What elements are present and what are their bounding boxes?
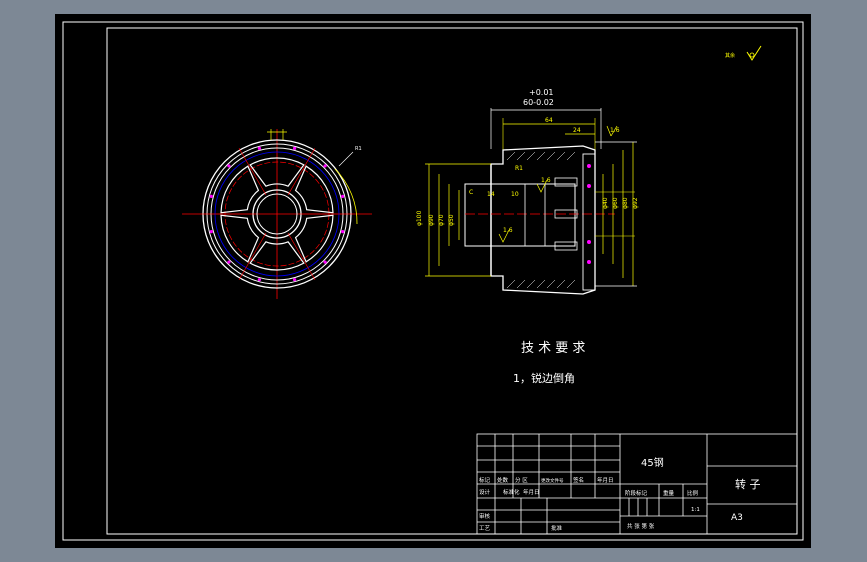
svg-text:φ90: φ90 bbox=[428, 214, 435, 226]
drawing-sheet: 其余 R1 +0.01 60-0.02 64 24 1.6 φ100 φ90 φ… bbox=[55, 14, 811, 548]
tb-h-mark: 标记 bbox=[479, 476, 491, 484]
spoke-window bbox=[220, 214, 260, 263]
part-name: 转 子 bbox=[735, 477, 761, 491]
tb-process: 工艺 bbox=[479, 525, 491, 532]
tech-requirements-title: 技 术 要 求 bbox=[521, 341, 585, 356]
outer-border bbox=[62, 21, 804, 541]
tb-h-docno: 更改文件号 bbox=[541, 477, 564, 484]
svg-text:φ70: φ70 bbox=[438, 214, 445, 226]
radial-centerline bbox=[238, 232, 267, 280]
svg-text:10: 10 bbox=[511, 191, 519, 198]
tb-sheet-count: 共 张 第 张 bbox=[627, 522, 655, 530]
radial-centerline bbox=[287, 232, 316, 280]
svg-text:14: 14 bbox=[487, 191, 495, 198]
tb-scale-value: 1:1 bbox=[691, 507, 700, 513]
rim-hole bbox=[257, 278, 261, 282]
spoke-window bbox=[220, 165, 260, 214]
tb-h-zone: 分 区 bbox=[515, 476, 528, 484]
rim-hole bbox=[227, 260, 231, 264]
material-label: 45钢 bbox=[641, 456, 664, 469]
svg-text:1.6: 1.6 bbox=[610, 127, 620, 134]
cad-drawing: 其余 R1 +0.01 60-0.02 64 24 1.6 φ100 φ90 φ… bbox=[62, 21, 804, 541]
svg-text:R1: R1 bbox=[355, 146, 362, 152]
front-view-wheel: R1 bbox=[182, 129, 372, 299]
rim-hole bbox=[293, 278, 297, 282]
surface-roughness-symbol: 其余 bbox=[725, 45, 762, 61]
rim-hole bbox=[209, 194, 213, 198]
tb-h-sign: 签名 bbox=[573, 476, 584, 484]
tb-scale: 比例 bbox=[687, 489, 699, 497]
svg-text:φ40: φ40 bbox=[602, 197, 609, 209]
section-view: +0.01 60-0.02 64 24 1.6 φ100 φ90 φ70 φ50… bbox=[416, 88, 639, 295]
rim-hole bbox=[341, 194, 345, 198]
rim-hole bbox=[323, 260, 327, 264]
main-length-dimension: 60-0.02 bbox=[523, 98, 554, 107]
svg-text:C: C bbox=[469, 189, 473, 196]
sheet-size: A3 bbox=[731, 513, 743, 523]
tb-weight: 重量 bbox=[663, 489, 675, 497]
tb-design: 设计 bbox=[479, 488, 491, 496]
svg-text:φ60: φ60 bbox=[612, 197, 619, 209]
inner-border bbox=[106, 27, 798, 535]
rim-hole bbox=[293, 146, 297, 150]
spoke-window bbox=[294, 214, 334, 263]
svg-text:φ100: φ100 bbox=[416, 210, 423, 226]
tb-h-count: 处数 bbox=[497, 476, 509, 484]
svg-text:φ50: φ50 bbox=[448, 214, 455, 226]
tb-stage: 阶段标记 bbox=[625, 489, 648, 497]
rim-hole bbox=[341, 230, 345, 234]
radial-centerline bbox=[287, 148, 316, 196]
radial-centerline bbox=[238, 148, 267, 196]
tb-date2: 年月日 bbox=[523, 488, 540, 496]
rim-hole bbox=[209, 230, 213, 234]
tb-standard: 标准化 bbox=[503, 488, 520, 496]
tech-requirement-item-1: 1，锐边倒角 bbox=[513, 371, 575, 385]
svg-text:φ92: φ92 bbox=[632, 197, 639, 209]
rim-hole bbox=[257, 146, 261, 150]
tb-h-date: 年月日 bbox=[597, 476, 614, 484]
svg-text:64: 64 bbox=[545, 117, 553, 124]
tb-review: 审核 bbox=[479, 512, 491, 520]
tolerance-upper: +0.01 bbox=[529, 88, 554, 97]
tb-approve: 批准 bbox=[551, 524, 563, 532]
svg-text:24: 24 bbox=[573, 127, 581, 134]
spoke-window bbox=[294, 165, 334, 214]
svg-text:其余: 其余 bbox=[725, 52, 735, 59]
svg-text:φ80: φ80 bbox=[622, 197, 629, 209]
svg-text:R1: R1 bbox=[515, 165, 523, 172]
rim-hole bbox=[227, 164, 231, 168]
rim-hole bbox=[323, 164, 327, 168]
